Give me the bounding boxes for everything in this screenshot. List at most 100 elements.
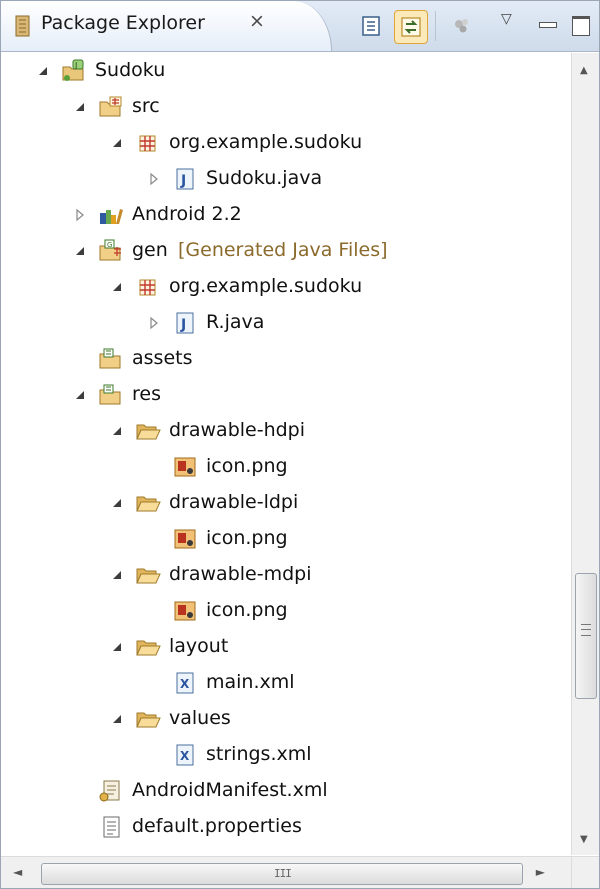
tree-item[interactable]: values xyxy=(1,701,569,737)
package-icon xyxy=(135,131,161,155)
tree-item[interactable]: icon.png xyxy=(1,521,569,557)
collapsed-twistie-icon[interactable] xyxy=(146,169,162,189)
tree-item[interactable]: drawable-ldpi xyxy=(1,485,569,521)
link-with-editor-button[interactable] xyxy=(394,10,428,44)
svg-text:G: G xyxy=(107,241,112,249)
focus-icon xyxy=(455,19,468,33)
expanded-twistie-icon[interactable] xyxy=(72,385,88,405)
android-project-icon: J xyxy=(61,59,87,83)
project-tree: J Sudoku src org.example.sudoku J Sudoku.java… xyxy=(1,53,569,855)
package-icon xyxy=(135,275,161,299)
close-icon[interactable]: ⨯ xyxy=(249,10,265,32)
image-file-icon xyxy=(172,527,198,551)
view-title: Package Explorer xyxy=(41,12,205,34)
expanded-twistie-icon[interactable] xyxy=(109,637,125,657)
tree-item-label: drawable-mdpi xyxy=(169,563,312,585)
maximize-icon[interactable] xyxy=(572,16,590,36)
tree-item[interactable]: Xmain.xml xyxy=(1,665,569,701)
scroll-grip: III xyxy=(274,867,292,880)
java-file-icon: J xyxy=(172,167,198,191)
tree-item-label: res xyxy=(132,383,161,405)
vertical-scroll-thumb[interactable] xyxy=(575,573,597,699)
java-file-icon: J xyxy=(172,311,198,335)
expanded-twistie-icon[interactable] xyxy=(109,133,125,153)
expanded-twistie-icon[interactable] xyxy=(109,421,125,441)
generated-folder-icon: G xyxy=(98,239,124,263)
open-folder-icon xyxy=(135,419,161,443)
tree-item[interactable]: assets xyxy=(1,341,569,377)
svg-text:J: J xyxy=(74,61,77,70)
tree-item-label: drawable-hdpi xyxy=(169,419,306,441)
view-menu-icon[interactable]: ▽ xyxy=(501,11,512,27)
open-folder-icon xyxy=(135,635,161,659)
expanded-twistie-icon[interactable] xyxy=(72,97,88,117)
tree-item-label: icon.png xyxy=(206,527,288,549)
svg-text:X: X xyxy=(180,749,190,763)
expanded-twistie-icon[interactable] xyxy=(109,709,125,729)
tree-item[interactable]: icon.png xyxy=(1,449,569,485)
view-header: Package Explorer ⨯ ▽ xyxy=(1,1,599,52)
tree-item[interactable]: Xstrings.xml xyxy=(1,737,569,773)
tree-item-label: org.example.sudoku xyxy=(169,131,363,153)
tree-item-label: Android 2.2 xyxy=(132,203,242,225)
tree-item-label: src xyxy=(132,95,160,117)
folder-icon xyxy=(98,383,124,407)
view-tab[interactable]: Package Explorer ⨯ xyxy=(1,1,332,51)
tree-item[interactable]: layout xyxy=(1,629,569,665)
tree-item-label: gen xyxy=(132,239,168,261)
focus-on-active-task-button[interactable] xyxy=(446,10,478,42)
tree-item[interactable]: default.properties xyxy=(1,809,569,845)
scroll-left-icon[interactable]: ◄ xyxy=(13,865,22,879)
tree-item[interactable]: src xyxy=(1,89,569,125)
image-file-icon xyxy=(172,599,198,623)
toolbar-separator xyxy=(435,11,436,41)
tree-item-label: icon.png xyxy=(206,599,288,621)
expanded-twistie-icon[interactable] xyxy=(109,277,125,297)
horizontal-scroll-thumb[interactable]: III xyxy=(41,863,523,885)
tree-item-label: R.java xyxy=(206,311,265,333)
tree-item[interactable]: res xyxy=(1,377,569,413)
minimize-icon[interactable] xyxy=(539,22,557,28)
expanded-twistie-icon[interactable] xyxy=(72,241,88,261)
tree-item[interactable]: drawable-mdpi xyxy=(1,557,569,593)
tree-item[interactable]: J Sudoku xyxy=(1,53,569,89)
tree-item[interactable]: Ggen [Generated Java Files] xyxy=(1,233,569,269)
tree-item-label: Sudoku.java xyxy=(206,167,323,189)
svg-text:J: J xyxy=(180,173,186,189)
link-with-editor-icon xyxy=(401,17,421,37)
tree-item[interactable]: org.example.sudoku xyxy=(1,125,569,161)
collapse-all-button[interactable] xyxy=(355,10,387,42)
image-file-icon xyxy=(172,455,198,479)
expanded-twistie-icon[interactable] xyxy=(109,493,125,513)
tree-item-label: org.example.sudoku xyxy=(169,275,363,297)
tree-item[interactable]: icon.png xyxy=(1,593,569,629)
open-folder-icon xyxy=(135,707,161,731)
scroll-right-icon[interactable]: ► xyxy=(536,865,545,879)
package-explorer-icon xyxy=(15,15,30,37)
folder-icon xyxy=(98,347,124,371)
collapse-all-icon xyxy=(362,16,380,36)
collapsed-twistie-icon[interactable] xyxy=(146,313,162,333)
open-folder-icon xyxy=(135,563,161,587)
vertical-scrollbar[interactable]: ▲ ▼ xyxy=(571,53,599,855)
horizontal-scrollbar[interactable]: ◄ III ► xyxy=(1,856,571,888)
tree-item[interactable]: Android 2.2 xyxy=(1,197,569,233)
tree-item[interactable]: org.example.sudoku xyxy=(1,269,569,305)
tree-item-decoration: [Generated Java Files] xyxy=(178,239,388,261)
expanded-twistie-icon[interactable] xyxy=(35,61,51,81)
scroll-up-icon[interactable]: ▲ xyxy=(580,65,588,76)
tree-item-label: icon.png xyxy=(206,455,288,477)
source-folder-icon xyxy=(98,95,124,119)
tree-item[interactable]: J R.java xyxy=(1,305,569,341)
tree-item-label: Sudoku xyxy=(95,59,166,81)
tree-item-label: strings.xml xyxy=(206,743,312,765)
xml-file-icon: X xyxy=(172,671,198,695)
expanded-twistie-icon[interactable] xyxy=(109,565,125,585)
collapsed-twistie-icon[interactable] xyxy=(72,205,88,225)
svg-text:X: X xyxy=(180,677,190,691)
tree-item[interactable]: J Sudoku.java xyxy=(1,161,569,197)
tree-item[interactable]: drawable-hdpi xyxy=(1,413,569,449)
scroll-down-icon[interactable]: ▼ xyxy=(580,834,588,845)
tree-item-label: layout xyxy=(169,635,229,657)
tree-item[interactable]: AndroidManifest.xml xyxy=(1,773,569,809)
